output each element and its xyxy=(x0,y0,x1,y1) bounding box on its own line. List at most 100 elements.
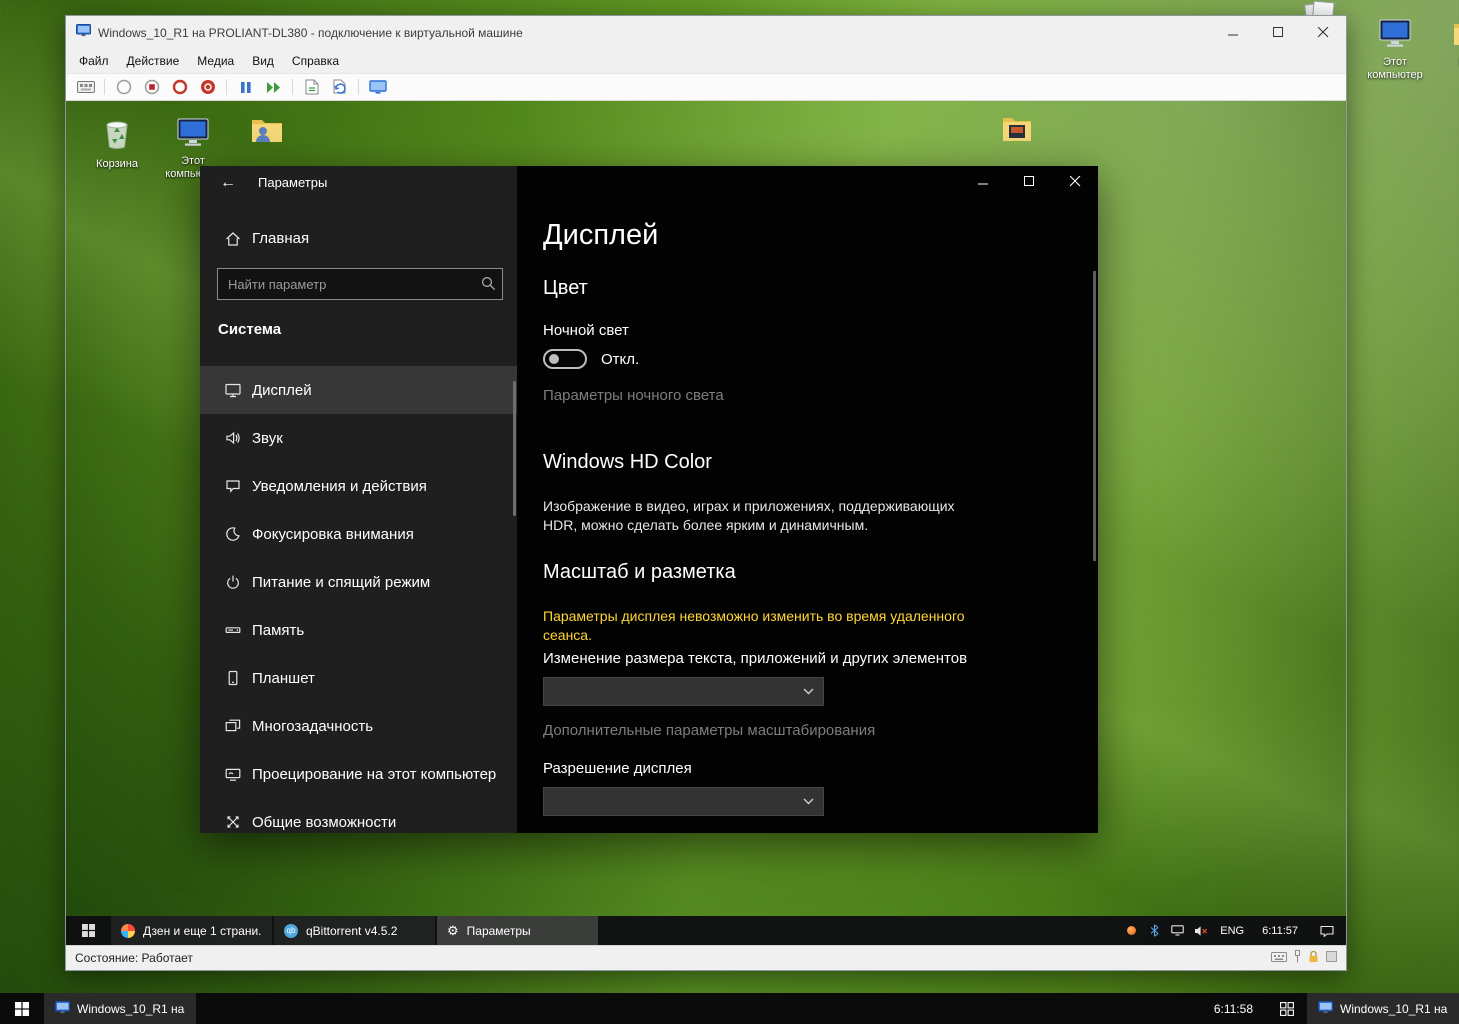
desktop-icon-label: Этот компьютер xyxy=(1362,56,1428,82)
taskbar-app-label: Windows_10_R1 на P... xyxy=(1340,1002,1448,1016)
taskbar-app-zen[interactable]: Дзен и еще 1 страни... xyxy=(111,916,272,945)
maximize-button[interactable] xyxy=(1256,16,1301,49)
settings-group-title: Система xyxy=(218,321,281,338)
notifications-icon xyxy=(224,478,241,494)
host-desktop-icon-folder[interactable]: Ron xyxy=(1436,18,1459,69)
revert-icon[interactable] xyxy=(330,78,349,97)
storage-icon xyxy=(224,622,241,638)
menu-help[interactable]: Справка xyxy=(283,51,348,71)
minimize-button[interactable] xyxy=(960,166,1006,196)
vm-system-tray: ENG 6:11:57 xyxy=(1120,916,1346,945)
close-button[interactable] xyxy=(1301,16,1346,49)
vm-taskbar: Дзен и еще 1 страни... qb qBittorrent v4… xyxy=(66,916,1346,945)
nav-label: Память xyxy=(252,622,304,639)
sidebar-scrollbar[interactable] xyxy=(513,381,516,516)
home-icon xyxy=(224,231,241,247)
home-label: Главная xyxy=(252,230,309,247)
sidebar-item-storage[interactable]: Память xyxy=(200,606,517,654)
nav-label: Многозадачность xyxy=(252,718,373,735)
misc-status-icon xyxy=(1326,951,1337,965)
hdr-description: Изображение в видео, играх и приложениях… xyxy=(543,497,973,534)
tablet-icon xyxy=(224,670,241,686)
nav-label: Звук xyxy=(252,430,283,447)
settings-sidebar: ← Параметры Главная Система xyxy=(200,166,517,833)
close-button[interactable] xyxy=(1052,166,1098,196)
checkpoint-icon[interactable] xyxy=(302,78,321,97)
host-clock[interactable]: 6:11:58 xyxy=(1200,993,1267,1024)
tray-app-icon[interactable] xyxy=(1120,926,1143,935)
vmconnect-icon xyxy=(55,1001,70,1017)
sidebar-item-shared-experiences[interactable]: Общие возможности xyxy=(200,798,517,833)
vm-desktop-icon-user-folder[interactable] xyxy=(234,115,300,150)
user-folder-icon xyxy=(250,115,284,150)
action-center-icon[interactable] xyxy=(1308,925,1346,937)
sidebar-item-projecting[interactable]: Проецирование на этот компьютер xyxy=(200,750,517,798)
sound-icon xyxy=(224,430,241,446)
menu-media[interactable]: Медиа xyxy=(188,51,243,71)
save-vm-icon[interactable] xyxy=(198,78,217,97)
qbittorrent-icon: qb xyxy=(284,924,298,938)
bluetooth-icon[interactable] xyxy=(1143,924,1166,937)
sidebar-item-notifications[interactable]: Уведомления и действия xyxy=(200,462,517,510)
back-button[interactable]: ← xyxy=(210,168,246,198)
shut-down-icon[interactable] xyxy=(170,78,189,97)
volume-muted-icon[interactable] xyxy=(1189,925,1212,937)
vm-desktop-icon-recycle-bin[interactable]: Корзина xyxy=(84,117,150,171)
settings-window-controls xyxy=(960,166,1098,196)
vm-clock[interactable]: 6:11:57 xyxy=(1252,925,1308,937)
focus-assist-icon xyxy=(224,526,241,542)
vmconnect-titlebar[interactable]: Windows_10_R1 на PROLIANT-DL380 - подклю… xyxy=(66,16,1346,49)
multitasking-icon xyxy=(224,718,241,734)
sidebar-item-home[interactable]: Главная xyxy=(200,223,517,254)
resolution-dropdown[interactable] xyxy=(543,787,824,816)
pause-icon[interactable] xyxy=(236,78,255,97)
night-light-toggle[interactable] xyxy=(543,349,587,369)
gear-icon: ⚙ xyxy=(447,923,459,939)
chevron-down-icon xyxy=(803,688,814,695)
enhanced-session-icon[interactable] xyxy=(368,78,387,97)
power-icon xyxy=(224,574,241,590)
turn-off-icon[interactable] xyxy=(142,78,161,97)
window-controls xyxy=(1211,16,1346,49)
menu-view[interactable]: Вид xyxy=(243,51,283,71)
hdr-section-heading: Windows HD Color xyxy=(543,451,712,474)
sidebar-item-multitasking[interactable]: Многозадачность xyxy=(200,702,517,750)
vm-desktop-icon-media-folder[interactable] xyxy=(984,113,1050,148)
secondary-start-button[interactable] xyxy=(1267,993,1307,1024)
ctrl-alt-del-icon[interactable] xyxy=(76,78,95,97)
toolbar-separator xyxy=(292,79,293,95)
minimize-button[interactable] xyxy=(1211,16,1256,49)
display-tray-icon[interactable] xyxy=(1166,925,1189,936)
search-icon[interactable] xyxy=(481,276,496,296)
night-light-state: Откл. xyxy=(601,351,639,368)
night-light-settings-link[interactable]: Параметры ночного света xyxy=(543,387,724,404)
taskbar-app-qbittorrent[interactable]: qb qBittorrent v4.5.2 xyxy=(274,916,435,945)
host-taskbar-app-vmconnect[interactable]: Windows_10_R1 на P... xyxy=(44,993,196,1024)
sidebar-item-display[interactable]: Дисплей xyxy=(200,366,517,414)
sidebar-item-tablet[interactable]: Планшет xyxy=(200,654,517,702)
search-input[interactable] xyxy=(217,268,503,300)
advanced-scaling-link[interactable]: Дополнительные параметры масштабирования xyxy=(543,722,875,739)
sidebar-item-sound[interactable]: Звук xyxy=(200,414,517,462)
language-indicator[interactable]: ENG xyxy=(1212,925,1252,937)
sidebar-item-power-sleep[interactable]: Питание и спящий режим xyxy=(200,558,517,606)
projecting-icon xyxy=(224,766,241,782)
menu-file[interactable]: Файл xyxy=(70,51,118,71)
taskbar-app-label: Windows_10_R1 на P... xyxy=(77,1002,185,1016)
vm-start-button[interactable] xyxy=(66,916,111,945)
sidebar-item-focus-assist[interactable]: Фокусировка внимания xyxy=(200,510,517,558)
reset-icon[interactable] xyxy=(264,78,283,97)
display-icon xyxy=(224,382,241,398)
start-vm-icon[interactable] xyxy=(114,78,133,97)
host-start-button[interactable] xyxy=(0,993,44,1024)
scale-dropdown[interactable] xyxy=(543,677,824,706)
taskbar-app-settings[interactable]: ⚙ Параметры xyxy=(437,916,598,945)
content-scrollbar[interactable] xyxy=(1093,271,1096,561)
menu-action[interactable]: Действие xyxy=(118,51,189,71)
window-title: Windows_10_R1 на PROLIANT-DL380 - подклю… xyxy=(98,26,523,40)
search-box xyxy=(217,268,503,300)
host-taskbar-app-vmconnect-secondary[interactable]: Windows_10_R1 на P... xyxy=(1307,993,1459,1024)
host-desktop-icon-computer[interactable]: Этот компьютер xyxy=(1362,18,1428,82)
maximize-button[interactable] xyxy=(1006,166,1052,196)
night-light-toggle-row: Откл. xyxy=(543,349,639,369)
